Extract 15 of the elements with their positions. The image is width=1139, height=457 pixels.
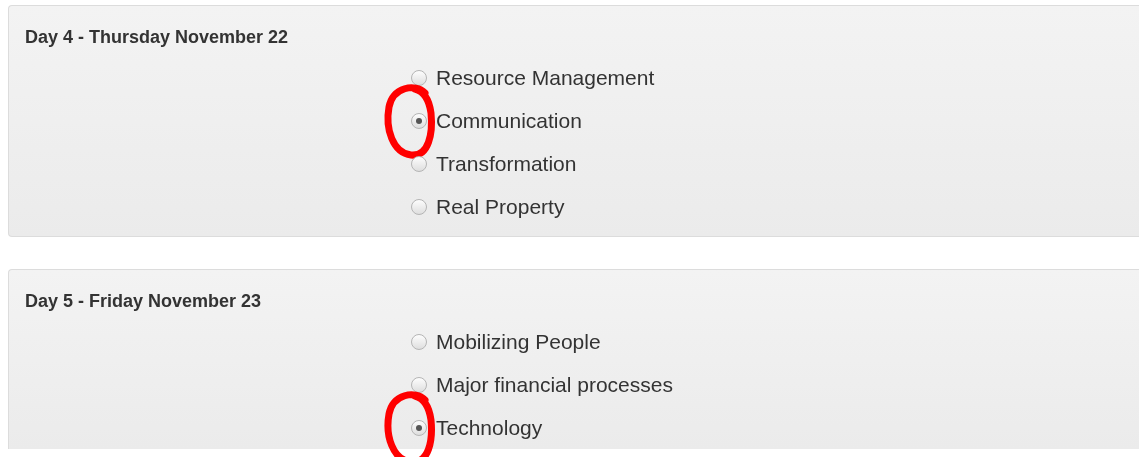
day-title: Day 4 - Thursday November 22 <box>25 26 290 48</box>
radio-button[interactable] <box>411 198 427 215</box>
option-label: Communication <box>436 108 582 133</box>
radio-button[interactable] <box>411 419 427 436</box>
option-label: Technology <box>436 415 543 440</box>
option-label: Real Property <box>436 194 565 219</box>
option-label: Major financial processes <box>436 372 673 397</box>
radio-button[interactable] <box>411 112 427 129</box>
radio-button[interactable] <box>411 376 427 393</box>
radio-button[interactable] <box>411 333 427 350</box>
day-title: Day 5 - Friday November 23 <box>25 290 263 312</box>
option-label: Transformation <box>436 151 577 176</box>
radio-button[interactable] <box>411 69 427 86</box>
option-label: Mobilizing People <box>436 329 601 354</box>
option-label: Resource Management <box>436 65 655 90</box>
